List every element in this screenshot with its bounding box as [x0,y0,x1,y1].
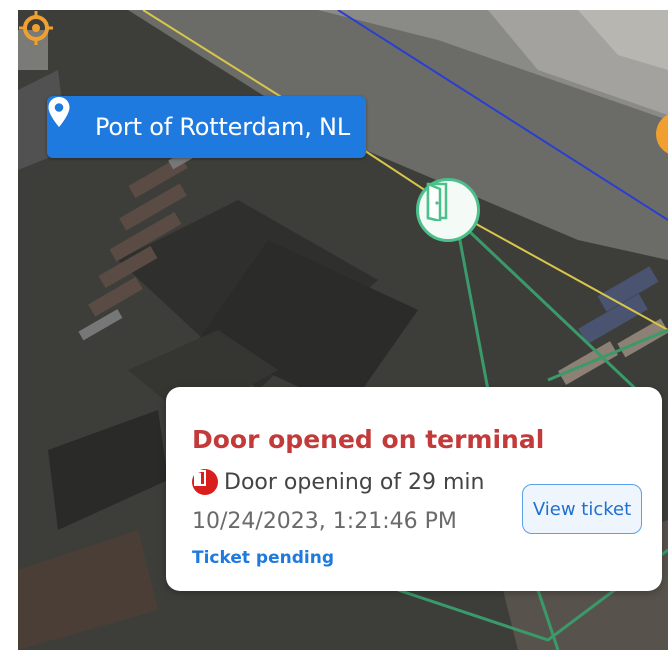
location-chip[interactable]: Port of Rotterdam, NL [47,96,366,158]
view-ticket-button[interactable]: View ticket [522,484,642,534]
ticket-status: Ticket pending [192,548,334,568]
door-alert-badge-icon [192,469,218,495]
door-icon [426,182,448,221]
alert-description: Door opening of 29 min [224,469,485,495]
satellite-map[interactable]: Port of Rotterdam, NL Door opened on ter… [18,10,668,650]
alert-timestamp: 10/24/2023, 1:21:46 PM [192,509,457,534]
crosshair-target-icon[interactable] [18,10,54,46]
map-pin-icon [48,97,87,144]
alert-title: Door opened on terminal [192,425,545,454]
alert-popup: Door opened on terminal Door opening of … [166,387,662,591]
alert-description-row: Door opening of 29 min [192,469,485,495]
door-marker[interactable] [416,178,480,242]
location-label: Port of Rotterdam, NL [95,113,350,141]
